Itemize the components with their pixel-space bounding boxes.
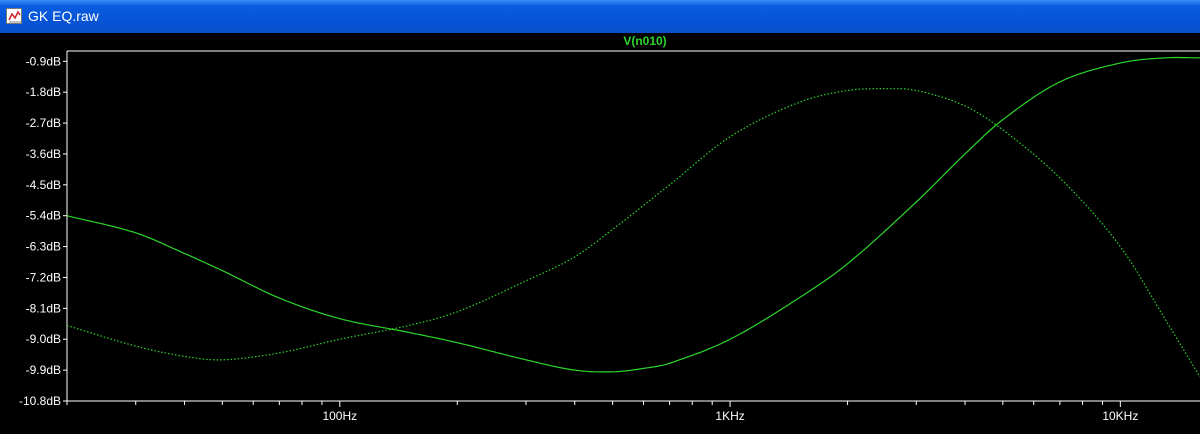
y-tick-label: -2.7dB bbox=[26, 116, 61, 130]
y-tick-label: -10.8dB bbox=[19, 394, 61, 408]
traces bbox=[66, 56, 1200, 378]
trace-magnitude-solid[interactable] bbox=[66, 56, 1200, 373]
waveform-icon bbox=[6, 8, 22, 24]
x-tick-label: 100Hz bbox=[322, 409, 357, 423]
window-title: GK EQ.raw bbox=[28, 8, 99, 24]
y-tick-label: -1.8dB bbox=[26, 85, 61, 99]
plot-pane[interactable]: V(n010) -0.9dB -1.8dB -2.7dB -3.6dB -4.5dB -5… bbox=[0, 33, 1200, 434]
x-tick-label: 1KHz bbox=[715, 409, 744, 423]
y-tick-label: -9.9dB bbox=[26, 363, 61, 377]
y-tick-label: -3.6dB bbox=[26, 147, 61, 161]
plot-area[interactable]: V(n010) -0.9dB -1.8dB -2.7dB -3.6dB -4.5dB -5… bbox=[0, 33, 1200, 434]
y-tick-label: -0.9dB bbox=[26, 54, 61, 68]
y-tick-label: -5.4dB bbox=[26, 209, 61, 223]
y-tick-label: -4.5dB bbox=[26, 178, 61, 192]
trace-name-label[interactable]: V(n010) bbox=[623, 34, 666, 48]
trace-phase-dotted[interactable] bbox=[66, 88, 1200, 378]
y-tick-label: -9.0dB bbox=[26, 332, 61, 346]
y-tick-label: -7.2dB bbox=[26, 270, 61, 284]
y-tick-label: -6.3dB bbox=[26, 240, 61, 254]
axes: -0.9dB -1.8dB -2.7dB -3.6dB -4.5dB -5.4dB -6.3… bbox=[19, 50, 1200, 423]
title-bar[interactable]: GK EQ.raw bbox=[0, 0, 1200, 34]
waveform-window: GK EQ.raw V(n010) -0.9dB -1.8dB -2.7dB -3.6… bbox=[0, 0, 1200, 434]
x-tick-label: 10KHz bbox=[1102, 409, 1138, 423]
y-tick-label: -8.1dB bbox=[26, 301, 61, 315]
